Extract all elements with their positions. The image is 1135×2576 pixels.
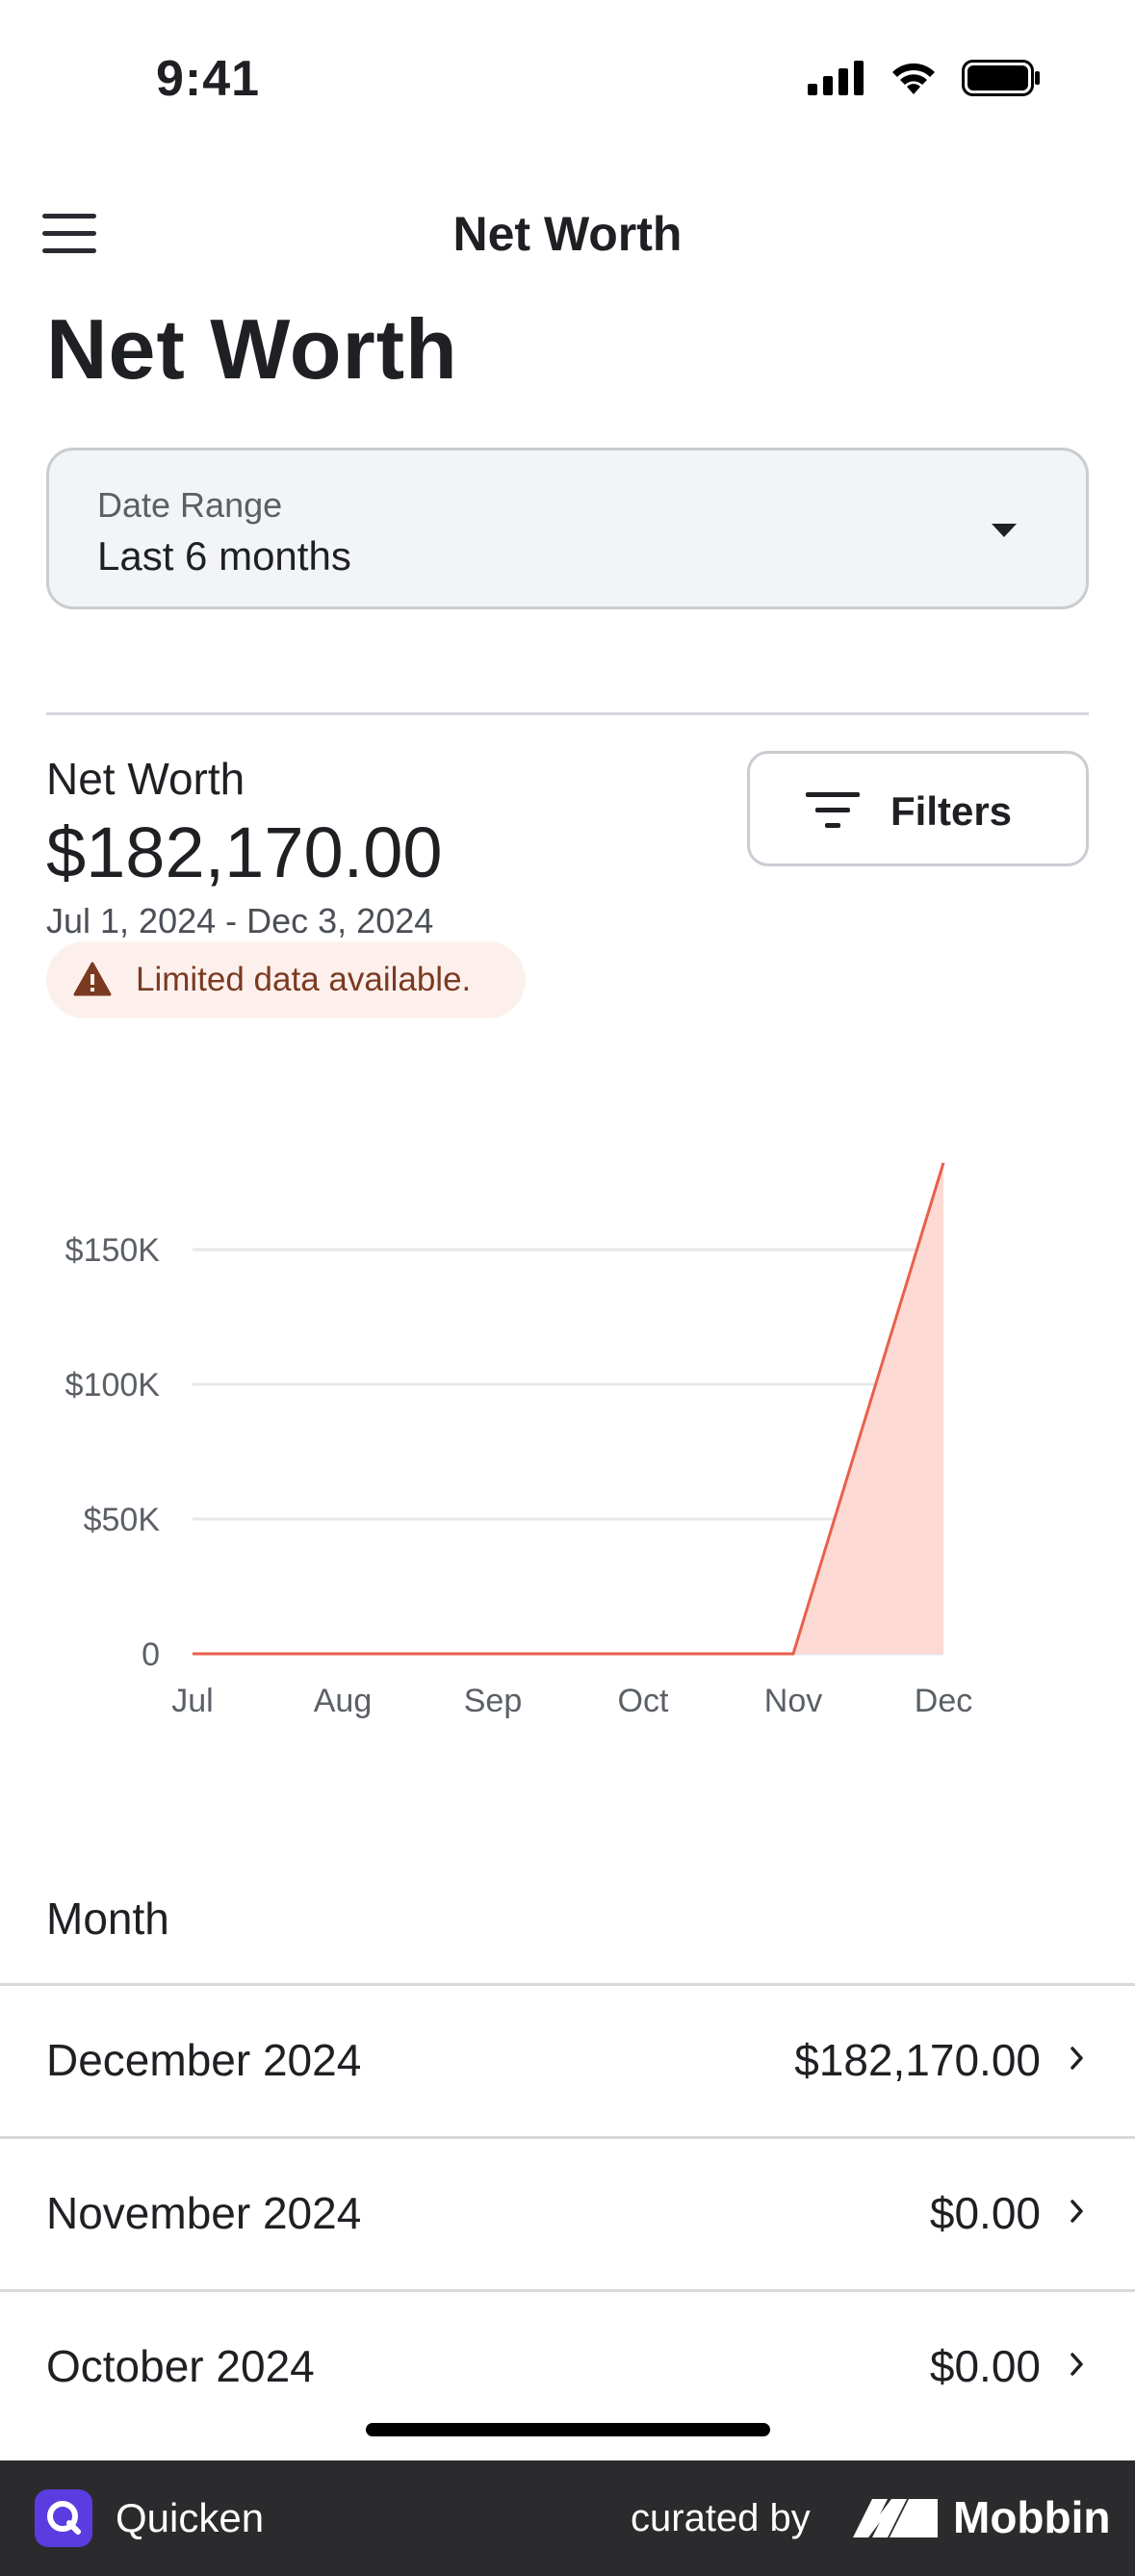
x-tick-label: Sep [464,1683,523,1719]
warning-icon [73,962,112,996]
x-tick-label: Dec [915,1683,972,1719]
status-bar: 9:41 [0,0,1135,164]
footer-bar: Quicken curated by Mobbin [0,2460,1135,2576]
month-row[interactable]: November 2024 $0.00 [0,2136,1135,2289]
month-column-header: Month [46,1893,169,1944]
nav-bar: Net Worth [0,183,1135,289]
y-tick-label: 0 [142,1636,160,1673]
net-worth-label: Net Worth [46,754,245,804]
filter-icon [806,792,860,828]
month-value: $0.00 [929,2188,1041,2238]
month-label: December 2024 [46,2035,362,2085]
quicken-logo-icon [35,2489,92,2547]
filters-label: Filters [890,788,1013,834]
y-tick-label: $50K [84,1502,161,1538]
month-row[interactable]: October 2024 $0.00 [0,2289,1135,2442]
month-label: October 2024 [46,2341,315,2391]
mobbin-logo-icon [853,2499,938,2537]
nav-title: Net Worth [452,207,683,261]
status-time: 9:41 [156,51,261,107]
filters-button[interactable]: Filters [747,751,1089,866]
footer-brand: Mobbin [953,2492,1111,2542]
y-tick-label: $150K [65,1232,161,1269]
chevron-right-icon [1071,2200,1083,2223]
chevron-right-icon [1071,2353,1083,2376]
month-value: $182,170.00 [794,2035,1041,2085]
net-worth-date-range: Jul 1, 2024 - Dec 3, 2024 [46,901,434,940]
x-tick-label: Jul [171,1683,213,1719]
page-title: Net Worth [46,301,458,397]
month-value: $0.00 [929,2341,1041,2391]
chevron-right-icon [1071,2047,1083,2070]
net-worth-chart: 0 $50K $100K $150K Jul Aug Sep Oct Nov Dec [65,1162,972,1719]
date-range-value: Last 6 months [97,533,351,579]
y-tick-label: $100K [65,1367,161,1404]
month-row[interactable]: December 2024 $182,170.00 [0,1983,1135,2136]
footer-app-name: Quicken [116,2495,265,2540]
date-range-select[interactable]: Date Range Last 6 months [46,448,1089,609]
net-worth-value: $182,170.00 [46,812,443,892]
month-label: November 2024 [46,2188,362,2238]
caret-down-icon [992,524,1017,537]
home-indicator [366,2423,770,2436]
cellular-signal-icon [808,61,864,95]
battery-icon [962,60,1040,96]
series-area [193,1163,943,1654]
limited-data-banner: Limited data available. [46,941,526,1018]
wifi-icon [892,63,935,94]
date-range-label: Date Range [97,485,283,525]
x-tick-label: Nov [764,1683,822,1719]
x-tick-label: Oct [618,1683,669,1719]
footer-curated-by: curated by [631,2497,811,2539]
warning-text: Limited data available. [136,961,472,998]
x-tick-label: Aug [314,1683,373,1719]
status-icons [808,60,1041,96]
section-divider [46,712,1089,715]
